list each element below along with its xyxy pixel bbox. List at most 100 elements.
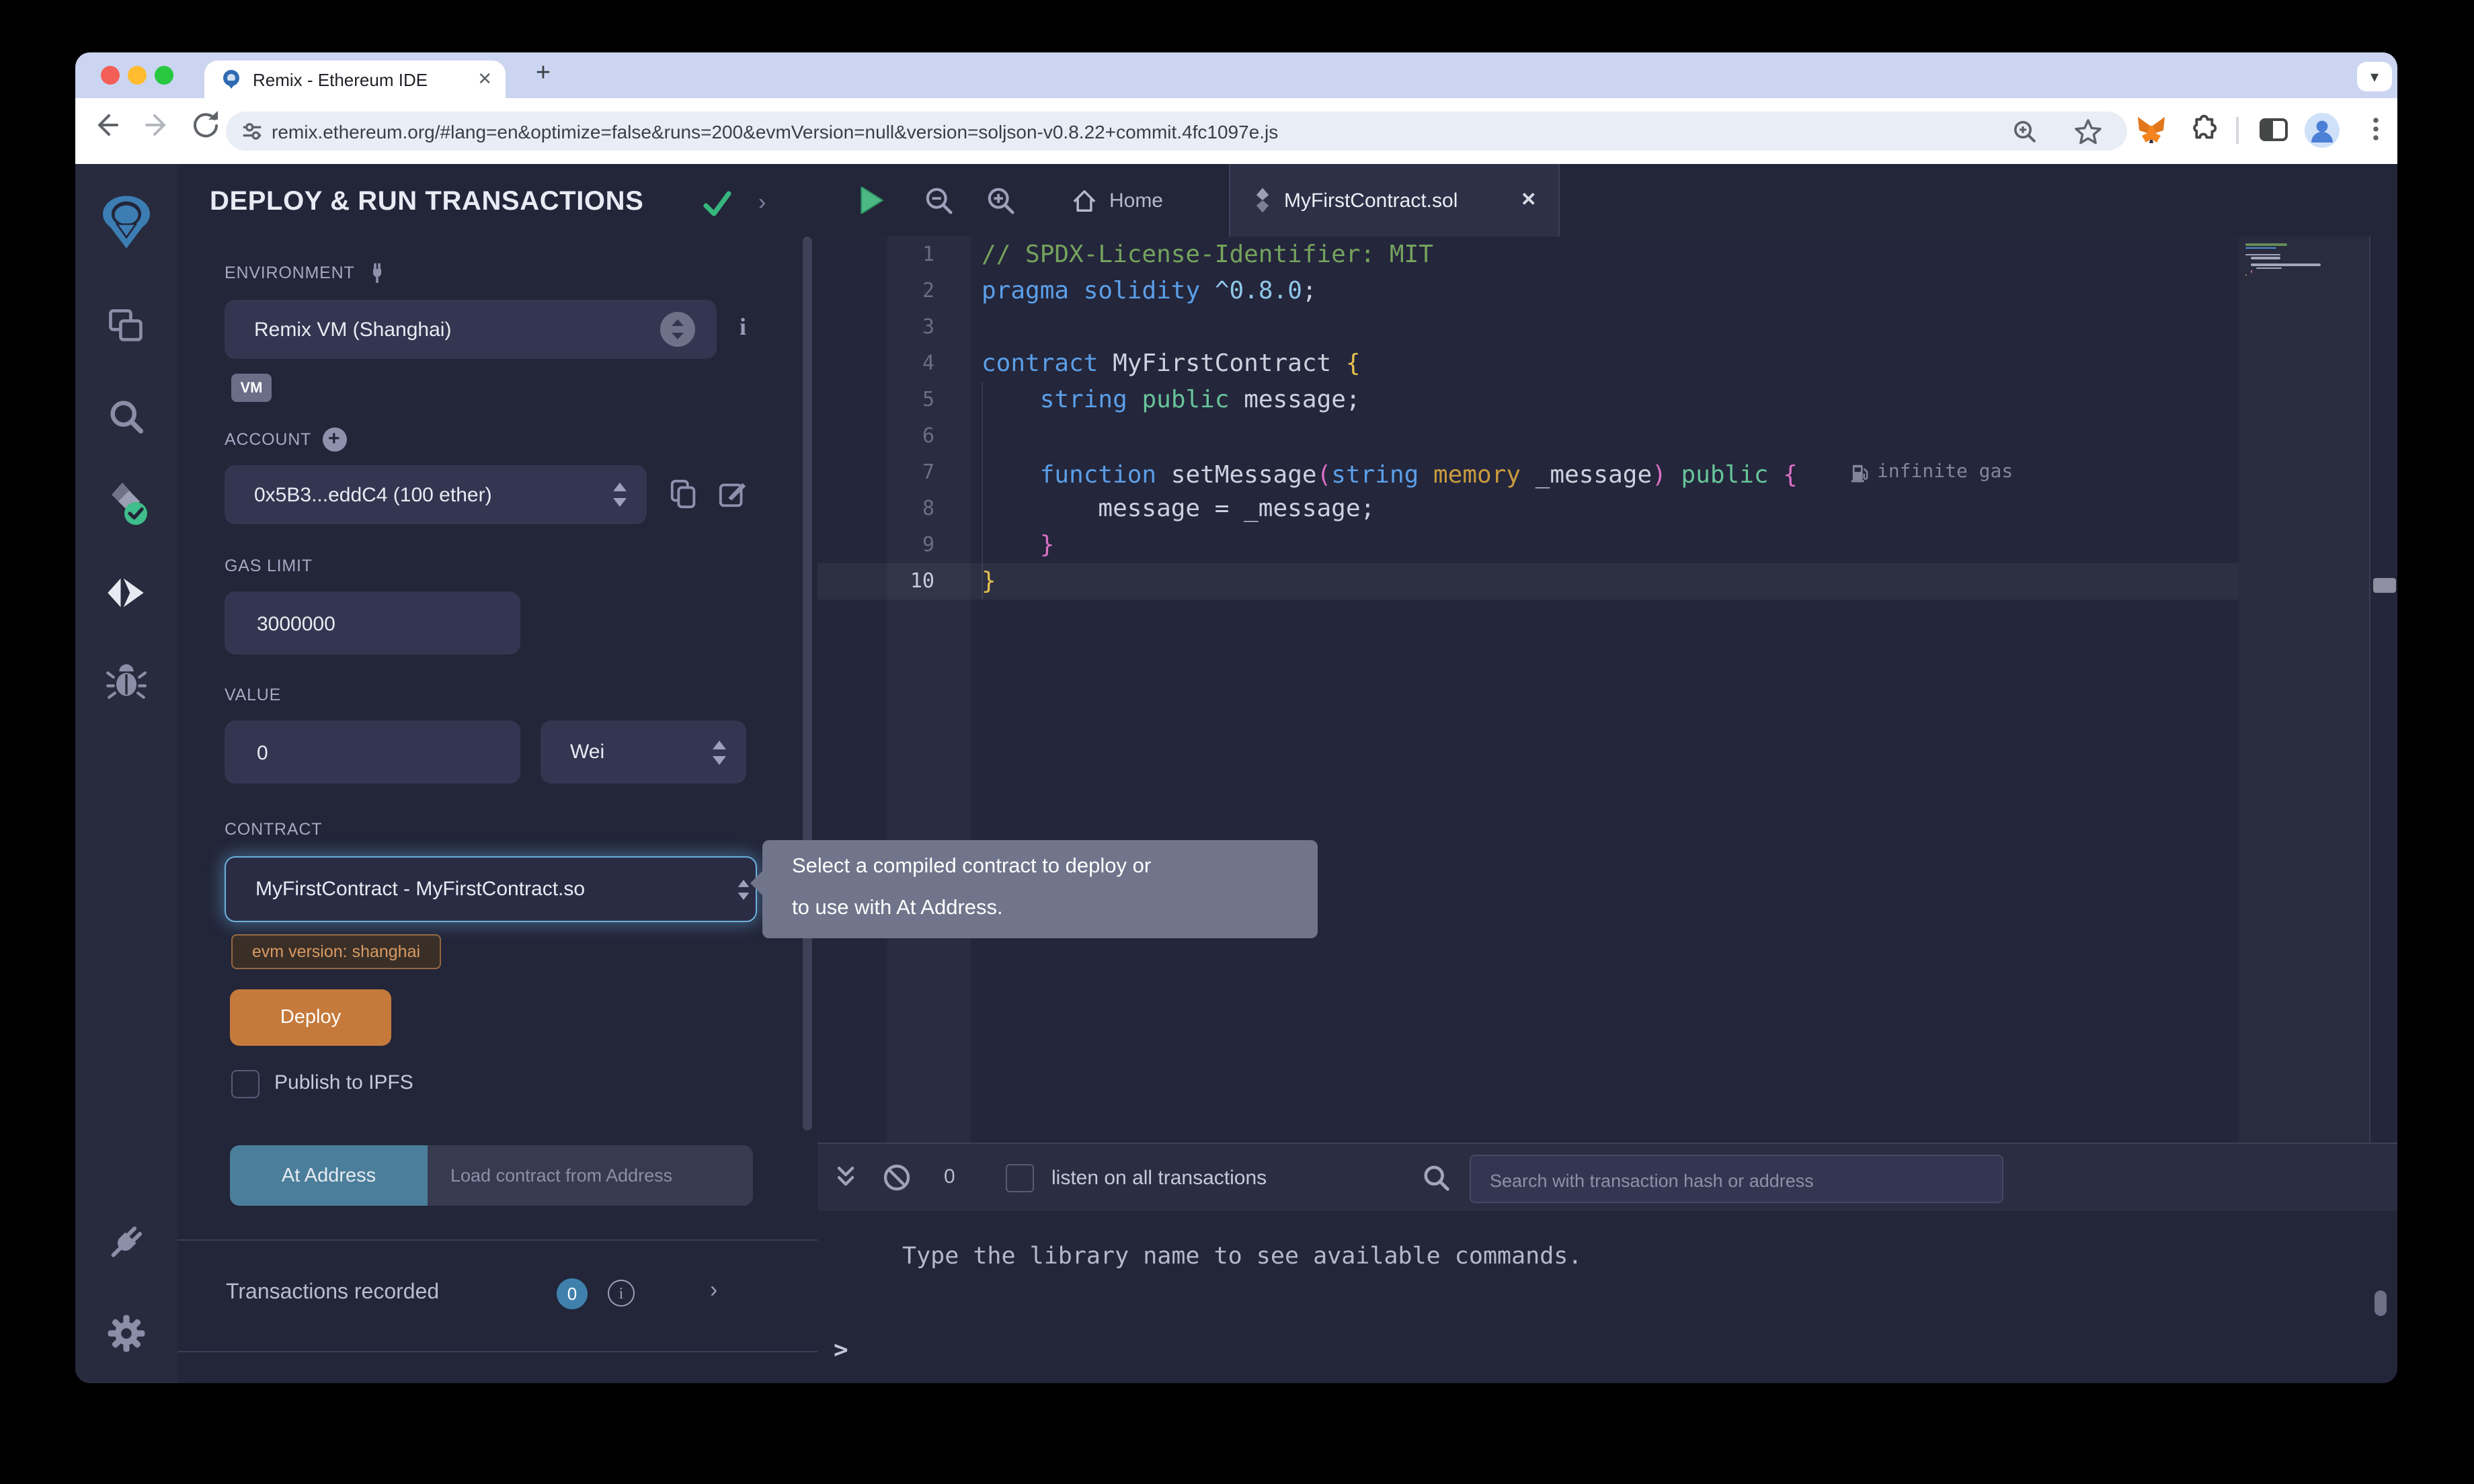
- terminal: 0 listen on all transactions Type the li…: [817, 1143, 2397, 1383]
- terminal-prompt: >: [834, 1336, 848, 1364]
- edit-account-pencil-icon[interactable]: [718, 479, 749, 509]
- transactions-count-badge: 0: [557, 1278, 588, 1309]
- solidity-file-icon: [1252, 187, 1273, 214]
- url-text: remix.ethereum.org/#lang=en&optimize=fal…: [272, 121, 1278, 142]
- value-unit-select[interactable]: Wei: [541, 720, 746, 784]
- maximize-window-button[interactable]: [155, 66, 173, 85]
- solidity-compiler-icon[interactable]: [104, 481, 149, 527]
- plugin-manager-plug-icon[interactable]: [105, 1221, 148, 1264]
- line-number: 10: [817, 563, 934, 600]
- code-line-6[interactable]: 6: [817, 418, 2239, 454]
- transactions-expand-chevron-icon[interactable]: ›: [710, 1277, 717, 1304]
- listen-transactions-checkbox[interactable]: [1006, 1164, 1034, 1192]
- tab-myfirstcontract[interactable]: MyFirstContract.sol ✕: [1229, 164, 1560, 237]
- search-icon[interactable]: [106, 397, 147, 437]
- site-settings-icon[interactable]: [241, 120, 264, 142]
- tab-title: Remix - Ethereum IDE: [253, 70, 428, 90]
- remix-logo-icon[interactable]: [98, 194, 155, 250]
- tab-close-icon[interactable]: ✕: [477, 69, 492, 90]
- gas-estimate-annotation: infinite gas: [1851, 454, 2013, 491]
- code-line-5[interactable]: 5 string public message;: [817, 382, 2239, 418]
- bookmark-star-icon[interactable]: [2075, 118, 2102, 145]
- listen-transactions-label[interactable]: listen on all transactions: [1051, 1167, 1267, 1190]
- tab-close-icon[interactable]: ✕: [1521, 188, 1536, 211]
- panel-expand-chevron-icon[interactable]: ›: [758, 190, 766, 216]
- url-bar[interactable]: remix.ethereum.org/#lang=en&optimize=fal…: [226, 112, 2127, 151]
- tab-home[interactable]: Home: [1030, 164, 1205, 237]
- account-select[interactable]: 0x5B3...eddC4 (100 ether): [225, 465, 647, 524]
- copy-account-icon[interactable]: [668, 479, 699, 509]
- add-account-plus-icon[interactable]: +: [322, 427, 346, 452]
- browser-tab[interactable]: Remix - Ethereum IDE ✕: [204, 60, 506, 98]
- code-line-8[interactable]: 8 message = _message;: [817, 491, 2239, 527]
- expand-terminal-chevrons-icon[interactable]: [835, 1164, 856, 1191]
- zoom-out-icon[interactable]: [925, 187, 953, 215]
- code-line-7[interactable]: 7 function setMessage(string memory _mes…: [817, 454, 2239, 491]
- line-number: 8: [817, 491, 934, 527]
- clear-console-ban-icon[interactable]: [882, 1163, 912, 1192]
- debugger-icon[interactable]: [106, 661, 147, 702]
- back-icon[interactable]: [91, 110, 121, 140]
- minimap-line: [2251, 270, 2252, 272]
- code-line-9[interactable]: 9 }: [817, 527, 2239, 563]
- zoom-in-icon[interactable]: [987, 187, 1015, 215]
- line-content: }: [982, 563, 996, 600]
- tab-search-chevron-button[interactable]: ▾: [2357, 62, 2392, 91]
- minimize-window-button[interactable]: [128, 66, 147, 85]
- at-address-input[interactable]: Load contract from Address: [428, 1145, 753, 1206]
- line-content: function setMessage(string memory _messa…: [982, 454, 2013, 493]
- metamask-extension-icon[interactable]: [2135, 114, 2167, 147]
- code-line-3[interactable]: 3: [817, 309, 2239, 345]
- desktop: Remix - Ethereum IDE ✕ + ▾ remix.ethereu…: [0, 0, 2474, 1484]
- profile-avatar[interactable]: [2305, 113, 2340, 148]
- code-editor[interactable]: 1// SPDX-License-Identifier: MIT2pragma …: [817, 237, 2239, 1143]
- new-tab-button[interactable]: +: [527, 58, 559, 90]
- terminal-count: 0: [944, 1165, 955, 1188]
- forward-icon[interactable]: [143, 110, 172, 140]
- publish-ipfs-checkbox[interactable]: [231, 1070, 260, 1098]
- terminal-scrollbar-thumb[interactable]: [2375, 1290, 2387, 1316]
- line-number: 7: [817, 454, 934, 491]
- environment-select-spinner-icon[interactable]: [660, 312, 695, 347]
- minimap-line: [2245, 243, 2287, 245]
- line-number: 1: [817, 237, 934, 273]
- transactions-info-icon[interactable]: i: [608, 1280, 635, 1307]
- code-line-10[interactable]: 10}: [817, 563, 2239, 600]
- tooltip-line2: to use with At Address.: [792, 897, 1003, 921]
- reload-icon[interactable]: [191, 110, 221, 140]
- settings-gear-icon[interactable]: [105, 1312, 148, 1355]
- at-address-button[interactable]: At Address: [230, 1145, 428, 1206]
- extensions-puzzle-icon[interactable]: [2186, 114, 2217, 145]
- panel-scrollbar[interactable]: [803, 237, 812, 1130]
- panel-divider-2: [177, 1351, 817, 1352]
- side-panel-icon[interactable]: [2259, 116, 2288, 145]
- gas-limit-input[interactable]: [254, 591, 511, 657]
- deploy-run-icon[interactable]: [105, 573, 148, 613]
- deploy-button[interactable]: Deploy: [230, 989, 391, 1046]
- run-script-play-icon[interactable]: [861, 187, 883, 214]
- contract-select[interactable]: MyFirstContract - MyFirstContract.so: [225, 856, 757, 922]
- file-explorer-icon[interactable]: [106, 306, 147, 347]
- environment-select[interactable]: Remix VM (Shanghai): [225, 300, 717, 359]
- transactions-recorded-label: Transactions recorded: [226, 1281, 439, 1305]
- remix-favicon-icon: [221, 69, 242, 90]
- minimap-line: [2245, 253, 2280, 255]
- editor-scrollbar-thumb[interactable]: [2373, 578, 2396, 593]
- browser-menu-kebab-icon[interactable]: [2361, 114, 2391, 144]
- value-input[interactable]: [254, 720, 511, 786]
- editor-minimap[interactable]: [2239, 237, 2369, 1143]
- zoom-page-icon[interactable]: [2011, 118, 2038, 145]
- code-line-1[interactable]: 1// SPDX-License-Identifier: MIT: [817, 237, 2239, 273]
- code-line-4[interactable]: 4contract MyFirstContract {: [817, 345, 2239, 382]
- line-number: 5: [817, 382, 934, 418]
- minimap-line: [2245, 274, 2247, 276]
- close-window-button[interactable]: [101, 66, 120, 85]
- environment-info-icon[interactable]: i: [740, 313, 746, 341]
- line-content: pragma solidity ^0.8.0;: [982, 273, 1317, 309]
- publish-ipfs-label[interactable]: Publish to IPFS: [274, 1071, 413, 1094]
- terminal-toolbar: 0 listen on all transactions: [817, 1143, 2397, 1211]
- code-line-2[interactable]: 2pragma solidity ^0.8.0;: [817, 273, 2239, 309]
- terminal-search-wrap: [1470, 1155, 2003, 1203]
- terminal-search-input[interactable]: [1487, 1156, 1977, 1204]
- line-number: 9: [817, 527, 934, 563]
